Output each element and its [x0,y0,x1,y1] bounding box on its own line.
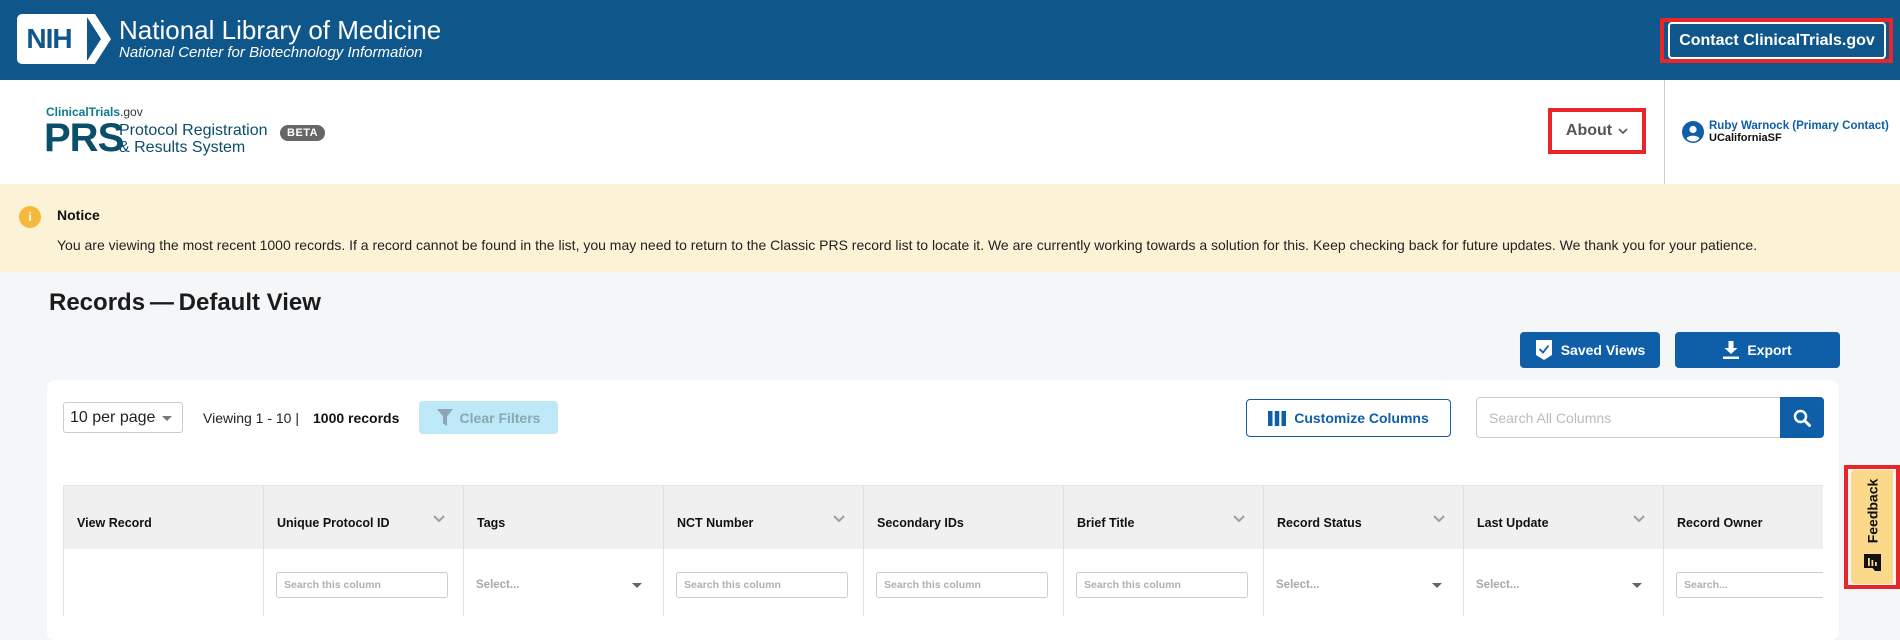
column-header[interactable]: NCT Number [663,486,863,550]
column-select-placeholder: Select... [476,579,520,591]
beta-badge: BETA [280,125,326,141]
saved-views-label: Saved Views [1560,342,1646,358]
column-select-placeholder: Select... [1476,579,1520,591]
column-header[interactable]: Unique Protocol ID [263,486,463,550]
table-filter-row: Select... Select... Select... [63,549,1823,616]
column-select-filter[interactable]: Select... [1276,572,1452,598]
column-filter-cell [863,549,1063,616]
prs-header: ClinicalTrials.gov PRS Protocol Registra… [0,80,1900,184]
prs-logo-line2: & Results System [119,139,246,156]
global-search [1476,397,1824,438]
download-icon [1723,341,1740,359]
column-search-input[interactable] [876,572,1048,598]
page-title: Records — Default View [49,289,321,316]
nih-logo[interactable]: NIH National Library of Medicine Nationa… [17,14,441,64]
shield-check-icon [1535,340,1552,360]
search-all-columns-input[interactable] [1476,397,1781,438]
viewing-range: Viewing 1 - 10 | [203,410,299,426]
caret-down-icon [1632,583,1642,588]
record-count: 1000 records [313,410,400,426]
prs-logo[interactable]: PRS [44,118,124,158]
nih-header: NIH National Library of Medicine Nationa… [0,0,1900,80]
filter-icon [436,409,453,426]
saved-views-button[interactable]: Saved Views [1520,332,1660,368]
column-header: View Record [63,486,263,550]
column-header-label: Unique Protocol ID [277,516,390,530]
column-header-label: Record Status [1277,516,1362,530]
about-menu-button[interactable]: About [1552,112,1642,150]
nih-badge: NIH [17,14,87,64]
chevron-down-icon [1618,127,1628,134]
caret-down-icon [162,416,172,421]
customize-columns-button[interactable]: Customize Columns [1246,399,1451,437]
customize-columns-label: Customize Columns [1294,410,1429,426]
info-icon: i [19,206,41,228]
notice-title: Notice [57,207,100,223]
nih-chevron-icon [85,14,113,64]
column-search-input[interactable] [1076,572,1248,598]
column-header[interactable]: Brief Title [1063,486,1263,550]
feedback-label: Feedback [1864,478,1880,544]
search-icon [1793,409,1811,427]
user-account-icon[interactable] [1682,121,1704,143]
sort-chevron-icon[interactable] [1633,515,1645,523]
column-header: Tags [463,486,663,550]
column-header-label: View Record [77,516,152,530]
clinicaltrials-label-suffix: .gov [120,105,143,119]
nih-title: National Library of Medicine [119,15,442,45]
header-divider [1664,80,1665,184]
column-filter-cell: Select... [463,549,663,616]
column-search-input[interactable] [1676,572,1823,598]
column-select-placeholder: Select... [1276,579,1320,591]
columns-icon [1268,410,1287,426]
sort-chevron-icon[interactable] [433,515,445,523]
column-header[interactable]: Record Status [1263,486,1463,550]
column-header: Secondary IDs [863,486,1063,550]
nih-subtitle: National Center for Biotechnology Inform… [119,44,423,61]
per-page-value: 10 per page [70,408,156,426]
clear-filters-label: Clear Filters [459,409,541,426]
export-button[interactable]: Export [1675,332,1840,368]
column-header: Record Owner [1663,486,1823,550]
about-menu-label: About [1565,122,1613,139]
column-header-label: NCT Number [677,516,754,530]
column-search-input[interactable] [276,572,448,598]
column-filter-cell: Select... [1263,549,1463,616]
column-header[interactable]: Last Update [1463,486,1663,550]
notice-body: You are viewing the most recent 1000 rec… [57,237,1758,253]
column-filter-cell [263,549,463,616]
feedback-tab[interactable]: Feedback [1851,470,1893,584]
user-name-link[interactable]: Ruby Warnock (Primary Contact) [1709,120,1889,132]
column-select-filter[interactable]: Select... [1476,572,1652,598]
column-filter-cell [63,549,263,616]
notice-banner: i Notice You are viewing the most recent… [0,184,1900,272]
column-search-input[interactable] [676,572,848,598]
clear-filters-button[interactable]: Clear Filters [419,401,558,434]
column-select-filter[interactable]: Select... [476,572,652,598]
records-table: View Record Unique Protocol ID Tags NCT Num… [63,485,1823,616]
column-header-label: Last Update [1477,516,1549,530]
sort-chevron-icon[interactable] [1433,515,1445,523]
prs-logo-line1: Protocol Registration [119,122,268,139]
column-filter-cell: Select... [1463,549,1663,616]
export-label: Export [1747,342,1792,358]
table-header-row: View Record Unique Protocol ID Tags NCT Num… [63,485,1823,550]
column-header-label: Tags [477,516,506,530]
contact-clinicaltrials-button[interactable]: Contact ClinicalTrials.gov [1668,22,1886,59]
column-header-label: Secondary IDs [877,516,964,530]
column-filter-cell [663,549,863,616]
caret-down-icon [632,583,642,588]
user-organization: UCaliforniaSF [1709,132,1782,144]
column-filter-cell [1063,549,1263,616]
per-page-select[interactable]: 10 per page [63,402,183,433]
column-filter-cell [1663,549,1823,616]
feedback-icon [1864,554,1881,571]
caret-down-icon [1432,583,1442,588]
search-button[interactable] [1780,397,1824,438]
sort-chevron-icon[interactable] [1233,515,1245,523]
column-header-label: Brief Title [1077,516,1135,530]
column-header-label: Record Owner [1677,516,1763,530]
sort-chevron-icon[interactable] [833,515,845,523]
